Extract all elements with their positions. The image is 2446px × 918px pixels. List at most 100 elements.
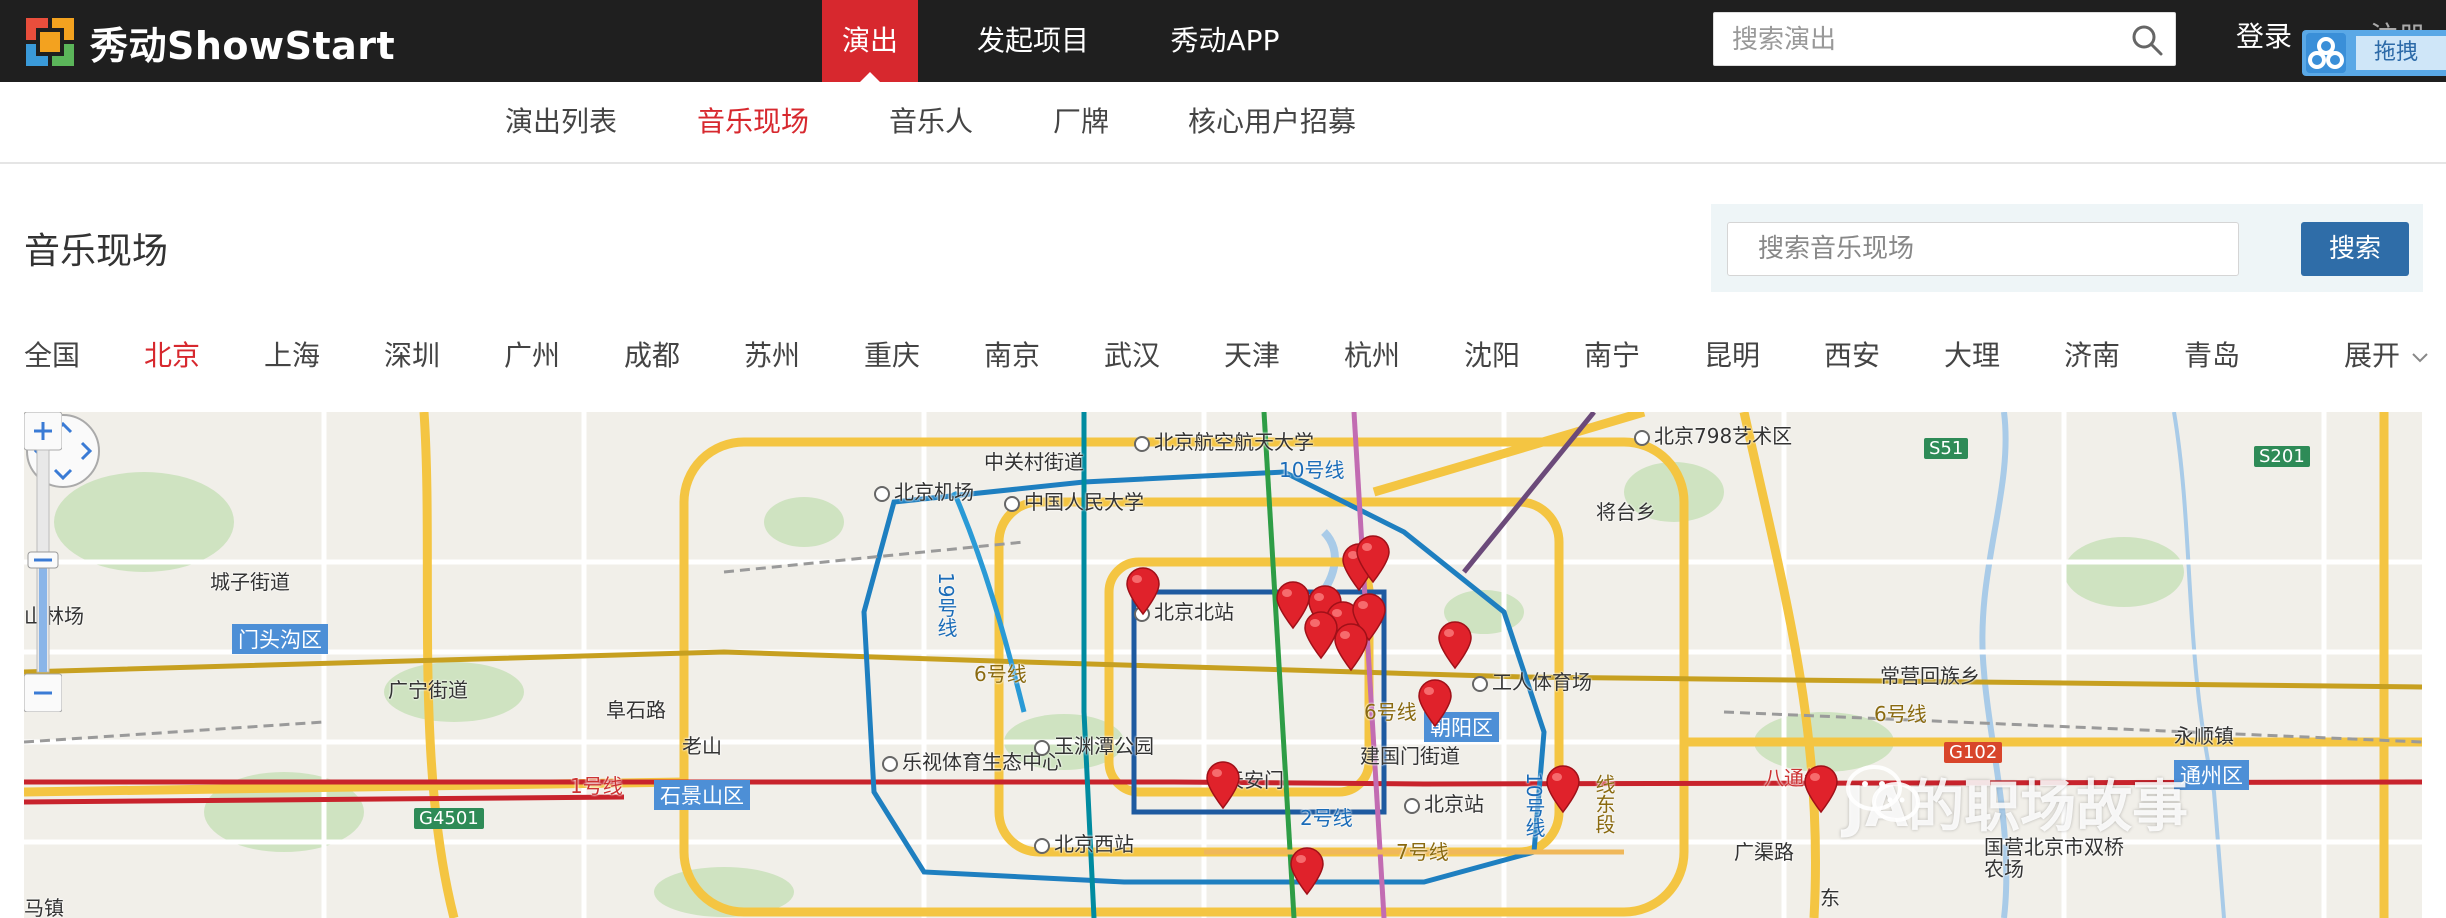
nav-create-project[interactable]: 发起项目 — [970, 0, 1096, 82]
venue-marker-icon[interactable] — [1416, 678, 1454, 728]
map-label-text: 中国人民大学 — [1024, 490, 1144, 514]
city-option[interactable]: 西安 — [1824, 334, 1880, 374]
logo[interactable]: 秀动ShowStart — [22, 14, 395, 70]
park-icon — [1034, 739, 1050, 756]
map-label-text: 北京北站 — [1154, 600, 1234, 624]
city-option[interactable]: 全国 — [24, 334, 80, 374]
page-title: 音乐现场 — [24, 231, 169, 272]
map-label-text: 玉渊潭公园 — [1054, 734, 1154, 758]
map-label: 北京站 — [1404, 788, 1484, 817]
venue-marker-icon[interactable] — [1436, 620, 1474, 670]
map-label: 将台乡 — [1596, 500, 1656, 524]
search-icon[interactable] — [2131, 24, 2163, 56]
station-icon — [1404, 797, 1420, 814]
drag-widget[interactable]: 拖拽 — [2302, 30, 2446, 76]
venue-marker-icon[interactable] — [1544, 764, 1582, 814]
poi-icon — [1134, 435, 1150, 452]
venue-marker-icon[interactable] — [1204, 760, 1242, 810]
subnav-core-user-recruit[interactable]: 核心用户招募 — [1188, 82, 1356, 162]
city-option[interactable]: 南宁 — [1584, 334, 1640, 374]
venue-marker-icon[interactable] — [1288, 846, 1326, 896]
map-label: 1号线 — [570, 774, 623, 798]
venue-marker-icon[interactable] — [1124, 566, 1162, 616]
city-option[interactable]: 成都 — [624, 334, 680, 374]
map-label: 北京西站 — [1034, 828, 1134, 857]
highway-shield: S51 — [1924, 438, 1969, 459]
map-label: 永顺镇 — [2174, 724, 2234, 748]
map-label: 城子街道 — [210, 570, 290, 594]
map-label: 阜石路 — [606, 698, 666, 722]
login-link[interactable]: 登录 — [2236, 0, 2292, 74]
map-label: 北京机场 — [874, 476, 974, 505]
wechat-icon — [1846, 765, 1920, 822]
city-option[interactable]: 济南 — [2064, 334, 2120, 374]
expand-cities-toggle[interactable]: 展开 — [2344, 334, 2431, 374]
city-option[interactable]: 深圳 — [384, 334, 440, 374]
map-label: 工人体育场 — [1472, 666, 1592, 695]
map-label: 马镇 — [24, 896, 64, 918]
district-label: 门头沟区 — [232, 624, 328, 654]
map-label: 2号线 — [1300, 806, 1353, 830]
city-option[interactable]: 重庆 — [864, 334, 920, 374]
venue-search-button[interactable]: 搜索 — [2301, 222, 2409, 276]
top-navbar: 秀动ShowStart 演出 发起项目 秀动APP 登录 注册 拖拽 — [0, 0, 2446, 82]
poi-icon — [1634, 429, 1650, 446]
highway-shield: S201 — [2254, 446, 2310, 467]
active-nav-caret — [860, 72, 880, 82]
map-label-text: 北京机场 — [894, 480, 974, 504]
airport-icon — [874, 485, 890, 502]
map-label: 中国人民大学 — [1004, 486, 1144, 515]
map-label: 7号线 — [1396, 840, 1449, 864]
map-label-text: 北京站 — [1424, 792, 1484, 816]
nav-showstart-app[interactable]: 秀动APP — [1160, 0, 1290, 82]
subnav-music-venues[interactable]: 音乐现场 — [697, 82, 809, 162]
highway-shield: G4501 — [414, 808, 484, 829]
venue-marker-icon[interactable] — [1332, 622, 1370, 672]
city-option[interactable]: 武汉 — [1104, 334, 1160, 374]
nav-shows[interactable]: 演出 — [822, 0, 918, 82]
city-option[interactable]: 南京 — [984, 334, 1040, 374]
map-label-text: 工人体育场 — [1492, 670, 1592, 694]
city-option[interactable]: 广州 — [504, 334, 560, 374]
map-label: 老山 — [682, 734, 722, 758]
showstart-logo-icon — [26, 18, 74, 66]
map-label: 广宁街道 — [388, 678, 468, 702]
city-option[interactable]: 沈阳 — [1464, 334, 1520, 374]
map-label: 东 — [1820, 886, 1840, 910]
subnav-show-list[interactable]: 演出列表 — [505, 82, 617, 162]
venue-marker-icon[interactable] — [1354, 534, 1392, 584]
city-option[interactable]: 青岛 — [2184, 334, 2240, 374]
city-option[interactable]: 大理 — [1944, 334, 2000, 374]
stadium-icon — [1472, 675, 1488, 692]
map-label: 10号线 — [1279, 458, 1345, 482]
map-label: 中关村街道 — [984, 450, 1084, 474]
chevron-down-icon — [2412, 353, 2428, 363]
map-label: 建国门街道 — [1360, 744, 1460, 768]
venue-search-panel: 搜索 — [1711, 204, 2423, 292]
city-option[interactable]: 昆明 — [1704, 334, 1760, 374]
station-icon — [1034, 837, 1050, 854]
show-search-box — [1713, 12, 2176, 67]
city-option[interactable]: 上海 — [264, 334, 320, 374]
venue-map[interactable]: 中关村街道 北京航空航天大学 中国人民大学 北京机场 10号线 北京798艺术区… — [24, 412, 2422, 918]
highway-shield: G102 — [1944, 742, 2003, 763]
show-search-input[interactable] — [1730, 13, 2124, 67]
map-label: 广渠路 — [1734, 840, 1794, 864]
city-option[interactable]: 杭州 — [1344, 334, 1400, 374]
venue-marker-icon[interactable] — [1802, 764, 1840, 814]
map-zoom-control[interactable] — [24, 412, 62, 712]
map-label-text: 北京西站 — [1054, 832, 1134, 856]
map-label: 6号线 — [1874, 702, 1927, 726]
expand-label: 展开 — [2344, 339, 2401, 372]
map-label: 线东段 — [1592, 774, 1616, 834]
watermark: JA的职场故事 — [1844, 762, 2188, 843]
city-option[interactable]: 北京 — [144, 334, 200, 374]
map-label: 北京798艺术区 — [1634, 420, 1792, 449]
poi-icon — [882, 755, 898, 772]
subnav-labels[interactable]: 厂牌 — [1053, 82, 1109, 162]
venue-search-input[interactable] — [1727, 222, 2239, 276]
subnav-musicians[interactable]: 音乐人 — [889, 82, 973, 162]
city-option[interactable]: 天津 — [1224, 334, 1280, 374]
map-label: 6号线 — [1364, 700, 1417, 724]
city-option[interactable]: 苏州 — [744, 334, 800, 374]
